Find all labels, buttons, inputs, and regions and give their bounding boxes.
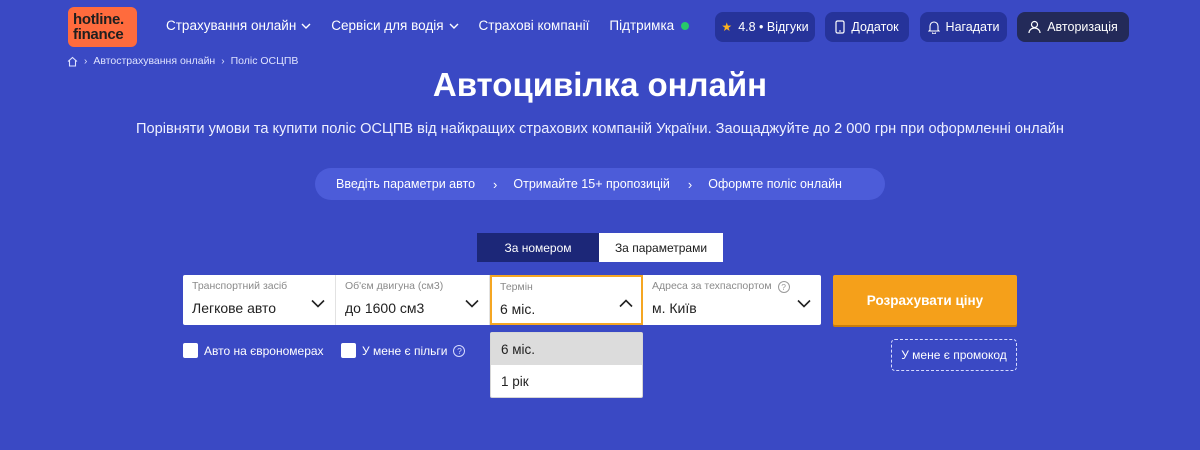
step-2: Отримайте 15+ пропозицій	[513, 177, 670, 191]
chevron-right-icon: ›	[687, 176, 693, 192]
nav-driver-services[interactable]: Сервіси для водія	[331, 18, 459, 33]
promo-code-button[interactable]: У мене є промокод	[891, 339, 1017, 371]
term-label: Термін	[500, 281, 533, 293]
chevron-down-icon	[449, 23, 459, 29]
help-icon[interactable]: ?	[453, 344, 466, 357]
engine-label: Об'єм двигуна (см3)	[345, 280, 444, 292]
benefits-checkbox[interactable]: У мене є пільги ?	[341, 343, 466, 358]
term-option-6-months[interactable]: 6 міс.	[491, 333, 642, 365]
nav-driver-services-label: Сервіси для водія	[331, 18, 444, 33]
breadcrumb-separator: ›	[221, 55, 225, 67]
nav-insurance-online-label: Страхування онлайн	[166, 18, 297, 33]
vehicle-select[interactable]: Транспортний засіб Легкове авто	[183, 275, 336, 325]
calculator-tabs: За номером За параметрами	[477, 233, 723, 262]
reviews-label: 4.8 • Відгуки	[738, 20, 809, 34]
euro-plates-label: Авто на єврономерах	[204, 343, 324, 358]
tab-by-parameters[interactable]: За параметрами	[599, 233, 723, 262]
star-icon: ★	[721, 20, 733, 34]
login-button[interactable]: Авторизація	[1017, 12, 1129, 42]
term-value: 6 міс.	[500, 301, 536, 317]
logo[interactable]: hotline. finance	[68, 7, 137, 47]
euro-plates-checkbox[interactable]: Авто на єврономерах	[183, 343, 324, 358]
breadcrumb-separator: ›	[84, 55, 88, 67]
checkbox-box[interactable]	[341, 343, 356, 358]
login-label: Авторизація	[1047, 20, 1118, 34]
user-icon	[1028, 20, 1041, 34]
logo-line-1: hotline.	[73, 11, 124, 28]
site-header: hotline. finance Страхування онлайн Серв…	[0, 0, 1200, 52]
benefits-label: У мене є пільги	[362, 343, 448, 358]
home-icon[interactable]	[67, 56, 78, 67]
page-subtitle: Порівняти умови та купити поліс ОСЦПВ ві…	[136, 121, 1064, 137]
vehicle-label: Транспортний засіб	[192, 280, 288, 292]
term-select[interactable]: Термін 6 міс.	[490, 275, 643, 325]
help-icon[interactable]: ?	[777, 281, 790, 293]
remind-button[interactable]: Нагадати	[920, 12, 1007, 42]
phone-icon	[835, 20, 845, 34]
engine-select[interactable]: Об'єм двигуна (см3) до 1600 см3	[336, 275, 490, 325]
page-title: Автоцивілка онлайн	[432, 66, 768, 103]
chevron-down-icon	[311, 299, 325, 308]
nav-insurance-companies-label: Страхові компанії	[478, 18, 590, 33]
chevron-down-icon	[301, 23, 311, 29]
app-label: Додаток	[851, 20, 899, 34]
term-dropdown-menu: 6 міс. 1 рік	[490, 332, 643, 398]
tab-by-number[interactable]: За номером	[477, 233, 599, 262]
address-value: м. Київ	[652, 300, 697, 316]
chevron-right-icon: ›	[493, 176, 498, 192]
address-select[interactable]: Адреса за техпаспортом? м. Київ	[643, 275, 821, 325]
main-nav: Страхування онлайн Сервіси для водія Стр…	[166, 18, 709, 33]
steps-bar: Введіть параметри авто › Отримайте 15+ п…	[315, 168, 885, 200]
address-label-row: Адреса за техпаспортом?	[652, 280, 790, 293]
nav-support[interactable]: Підтримка	[609, 18, 690, 33]
remind-label: Нагадати	[945, 20, 1000, 34]
step-3: Оформте поліс онлайн	[708, 177, 842, 191]
nav-support-label: Підтримка	[609, 18, 675, 33]
online-status-dot	[681, 21, 690, 30]
chevron-down-icon	[797, 299, 811, 308]
bell-icon	[927, 21, 940, 34]
term-option-1-year[interactable]: 1 рік	[491, 365, 642, 397]
logo-line-2: finance	[73, 26, 124, 43]
calculate-price-button[interactable]: Розрахувати ціну	[833, 275, 1017, 325]
address-label: Адреса за техпаспортом	[652, 280, 772, 292]
app-button[interactable]: Додаток	[825, 12, 909, 42]
step-1: Введіть параметри авто	[336, 177, 476, 191]
vehicle-value: Легкове авто	[192, 300, 277, 316]
nav-insurance-companies[interactable]: Страхові компанії	[479, 18, 590, 33]
engine-value: до 1600 см3	[345, 300, 425, 316]
reviews-button[interactable]: ★ 4.8 • Відгуки	[715, 12, 815, 42]
nav-insurance-online[interactable]: Страхування онлайн	[166, 18, 311, 33]
chevron-up-icon	[619, 299, 633, 308]
chevron-down-icon	[465, 299, 479, 308]
checkbox-box[interactable]	[183, 343, 198, 358]
